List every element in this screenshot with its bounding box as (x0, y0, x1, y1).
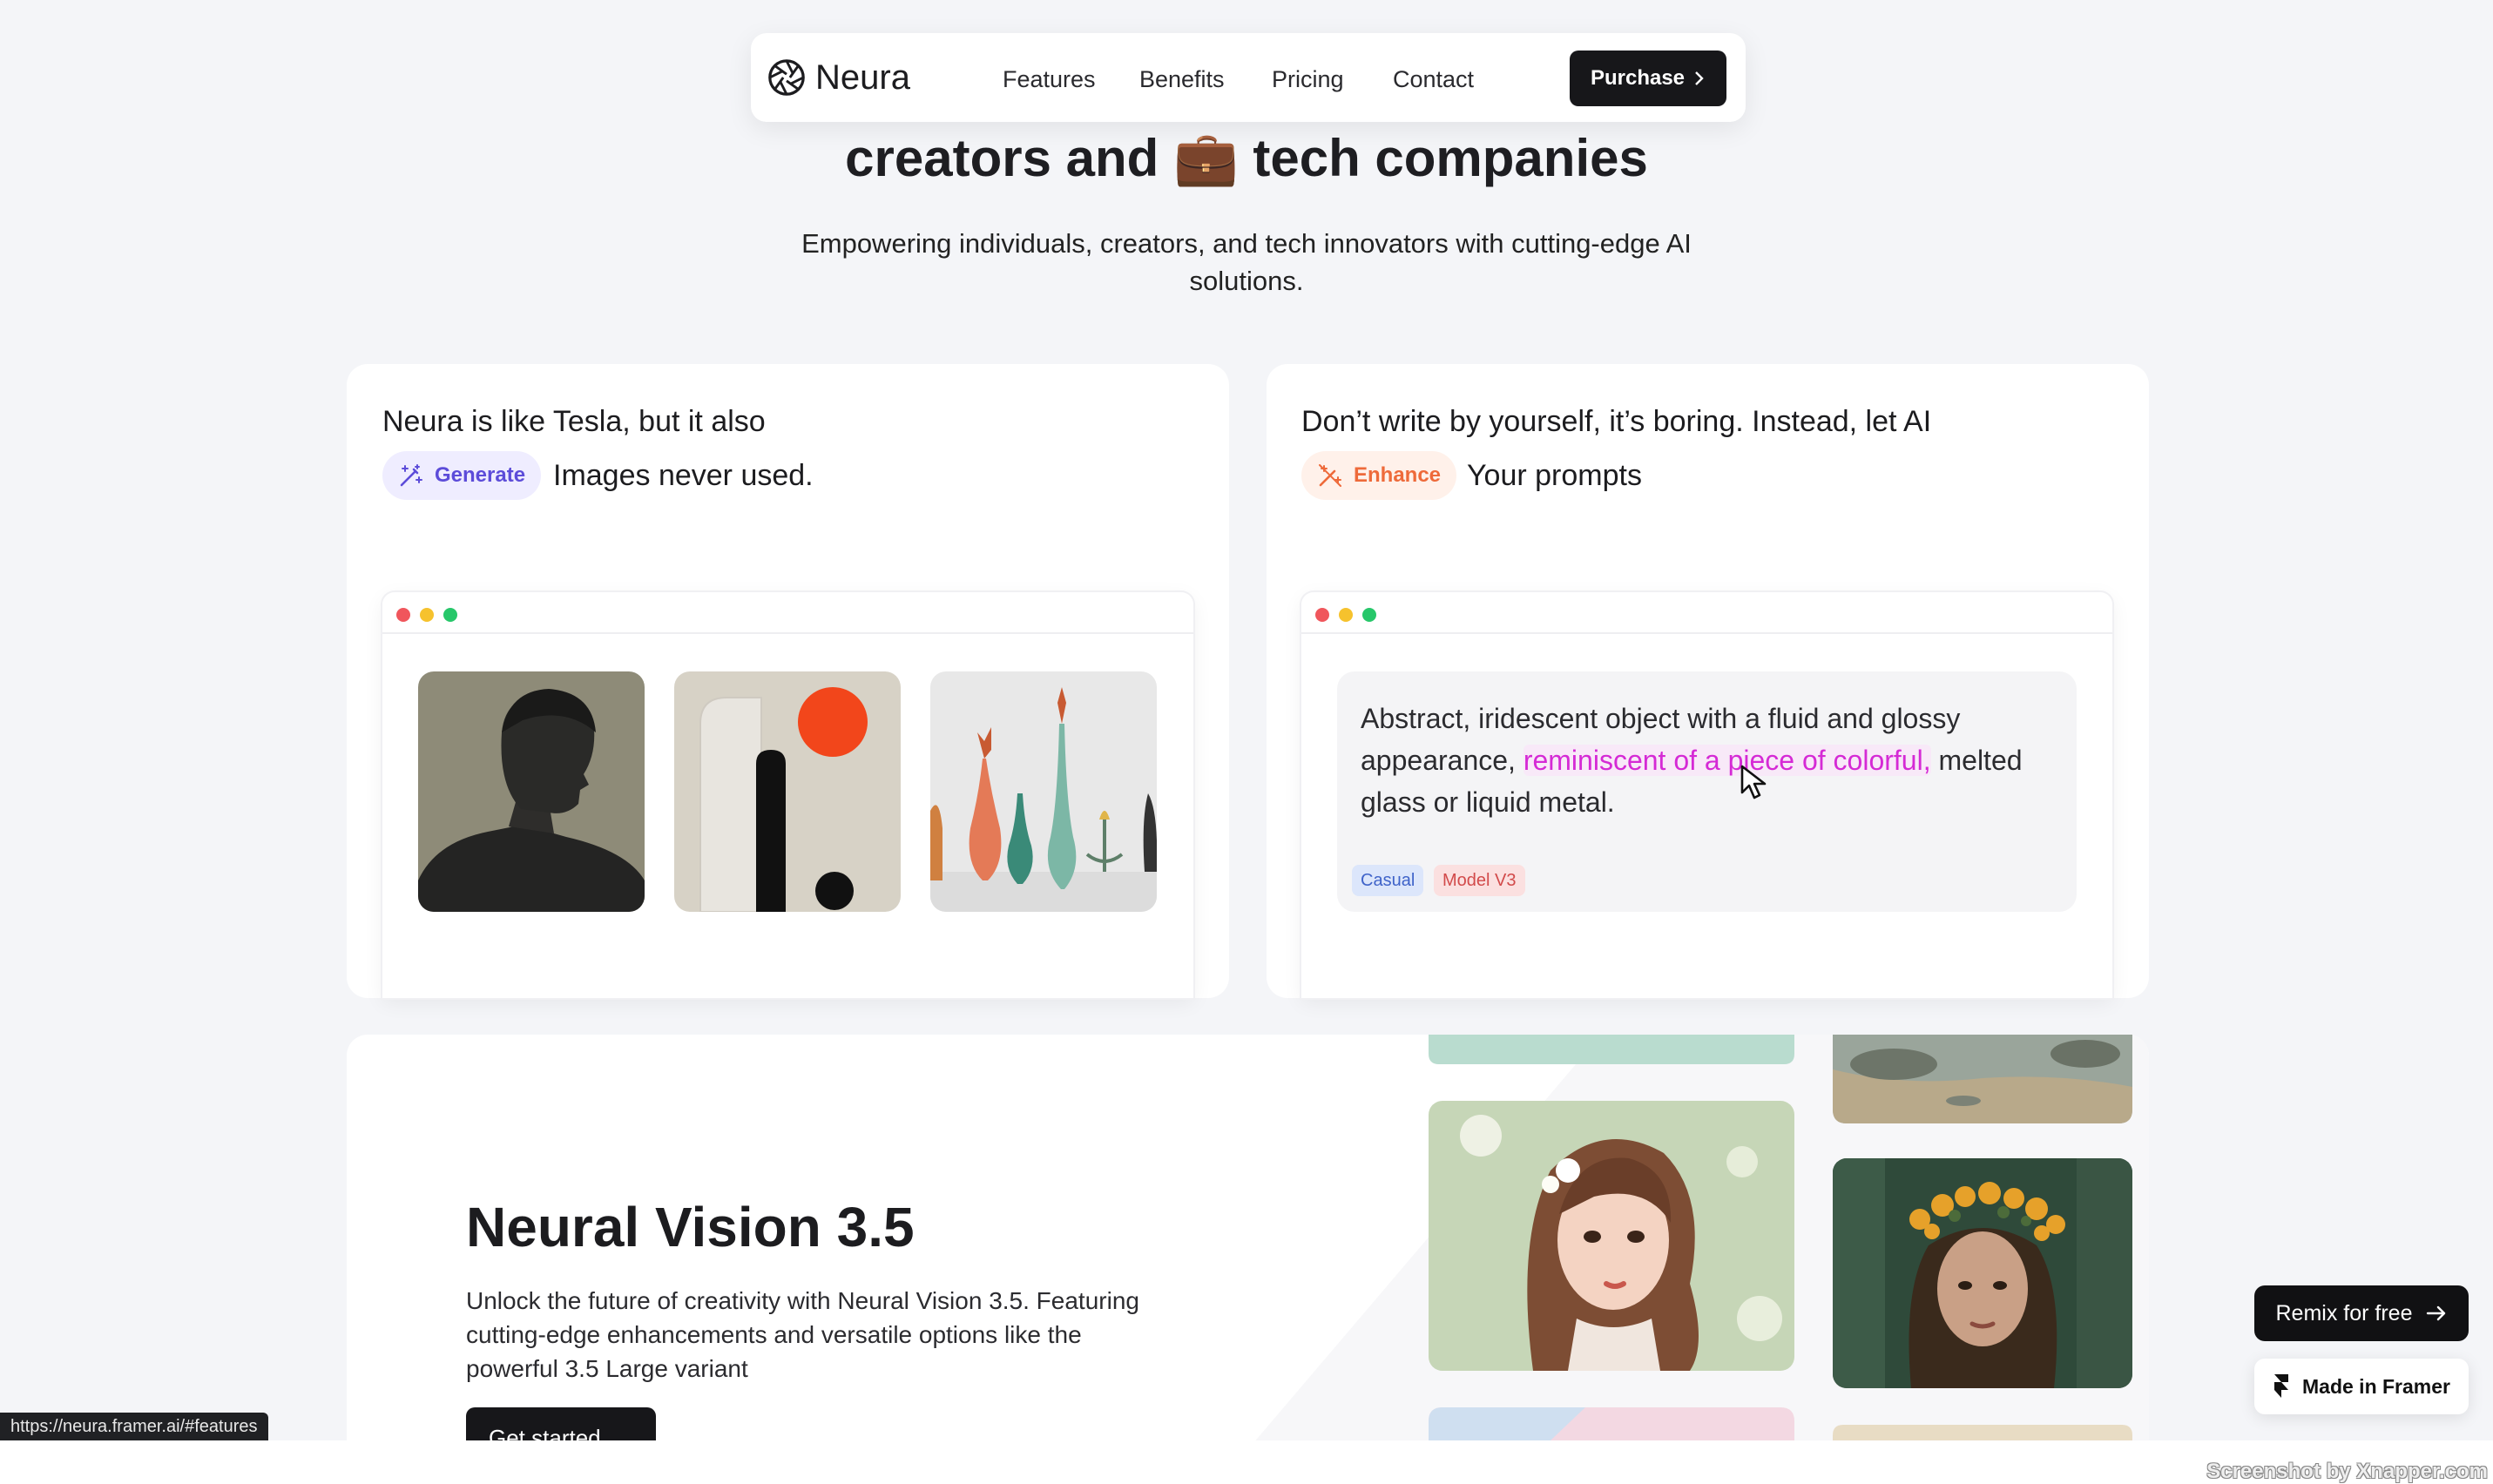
window-maximize-dot (443, 608, 457, 622)
window-titlebar (1301, 592, 2112, 634)
page-bottom-strip (0, 1440, 2493, 1484)
chevron-right-icon (1695, 71, 1704, 85)
generate-card-heading: Neura is like Tesla, but it also (382, 405, 766, 438)
purchase-button[interactable]: Purchase (1570, 51, 1726, 106)
section-description: Unlock the future of creativity with Neu… (466, 1287, 1139, 1382)
hero-title-start: creators and (845, 129, 1159, 187)
arrow-right-icon (2427, 1305, 2446, 1321)
gallery-image-bottom-left (1429, 1407, 1794, 1440)
purchase-label: Purchase (1590, 66, 1686, 90)
nav-link-contact[interactable]: Contact (1393, 64, 1474, 94)
woman-flower-crown-image (1833, 1158, 2132, 1388)
remix-label: Remix for free (2275, 1300, 2413, 1325)
gallery-image-top-left (1429, 1035, 1794, 1064)
magic-wand-off-icon (1319, 464, 1341, 487)
vases-image (930, 671, 1157, 912)
tag-casual[interactable]: Casual (1352, 865, 1424, 896)
watermark-text: Screenshot by Xnapper.com (2206, 1460, 2488, 1483)
framer-label: Made in Framer (2302, 1374, 2450, 1398)
abstract-shapes-image (674, 671, 901, 912)
section-title: Neural Vision 3.5 (466, 1196, 915, 1258)
hero-title: creators and 💼 tech companies (0, 127, 2493, 190)
mouse-cursor-icon (1740, 765, 1767, 799)
hero-subtitle: Empowering individuals, creators, and te… (801, 228, 1692, 296)
prompt-text[interactable]: Abstract, iridescent object with a fluid… (1361, 698, 2057, 823)
enhance-card-heading: Don’t write by yourself, it’s boring. In… (1301, 405, 1932, 438)
nav-link-pricing[interactable]: Pricing (1272, 64, 1344, 94)
framer-logo-icon (2274, 1374, 2288, 1398)
generate-pill[interactable]: Generate (382, 451, 542, 500)
remix-for-free-button[interactable]: Remix for free (2254, 1285, 2469, 1341)
window-titlebar (382, 592, 1193, 634)
aperture-icon[interactable] (767, 57, 807, 98)
generate-pill-label: Generate (435, 463, 526, 487)
girl-with-flowers-image (1429, 1101, 1794, 1371)
magic-wand-icon (400, 464, 422, 487)
tag-model[interactable]: Model V3 (1434, 865, 1525, 896)
status-url-tooltip: https://neura.framer.ai/#features (0, 1413, 268, 1440)
lake-rocks-image (1833, 1035, 2132, 1123)
window-minimize-dot (420, 608, 434, 622)
window-close-dot (1315, 608, 1329, 622)
gallery-image-bottom-right (1833, 1425, 2132, 1440)
portrait-silhouette-image (418, 671, 645, 912)
window-maximize-dot (1362, 608, 1376, 622)
enhance-pill[interactable]: Enhance (1301, 451, 1457, 500)
brand-name[interactable]: Neura (815, 57, 910, 98)
window-minimize-dot (1339, 608, 1353, 622)
window-close-dot (396, 608, 410, 622)
enhance-pill-label: Enhance (1354, 463, 1442, 487)
made-in-framer-button[interactable]: Made in Framer (2254, 1359, 2469, 1414)
briefcase-icon: 💼 (1172, 129, 1239, 187)
enhance-card-subline: Your prompts (1467, 459, 1642, 492)
generate-card-subline: Images never used. (553, 459, 814, 492)
hero-title-end: tech companies (1253, 129, 1648, 187)
nav-link-benefits[interactable]: Benefits (1139, 64, 1225, 94)
prompt-highlight: reminiscent of a piece of colorful, (1523, 745, 1931, 776)
nav-link-features[interactable]: Features (1003, 64, 1096, 94)
